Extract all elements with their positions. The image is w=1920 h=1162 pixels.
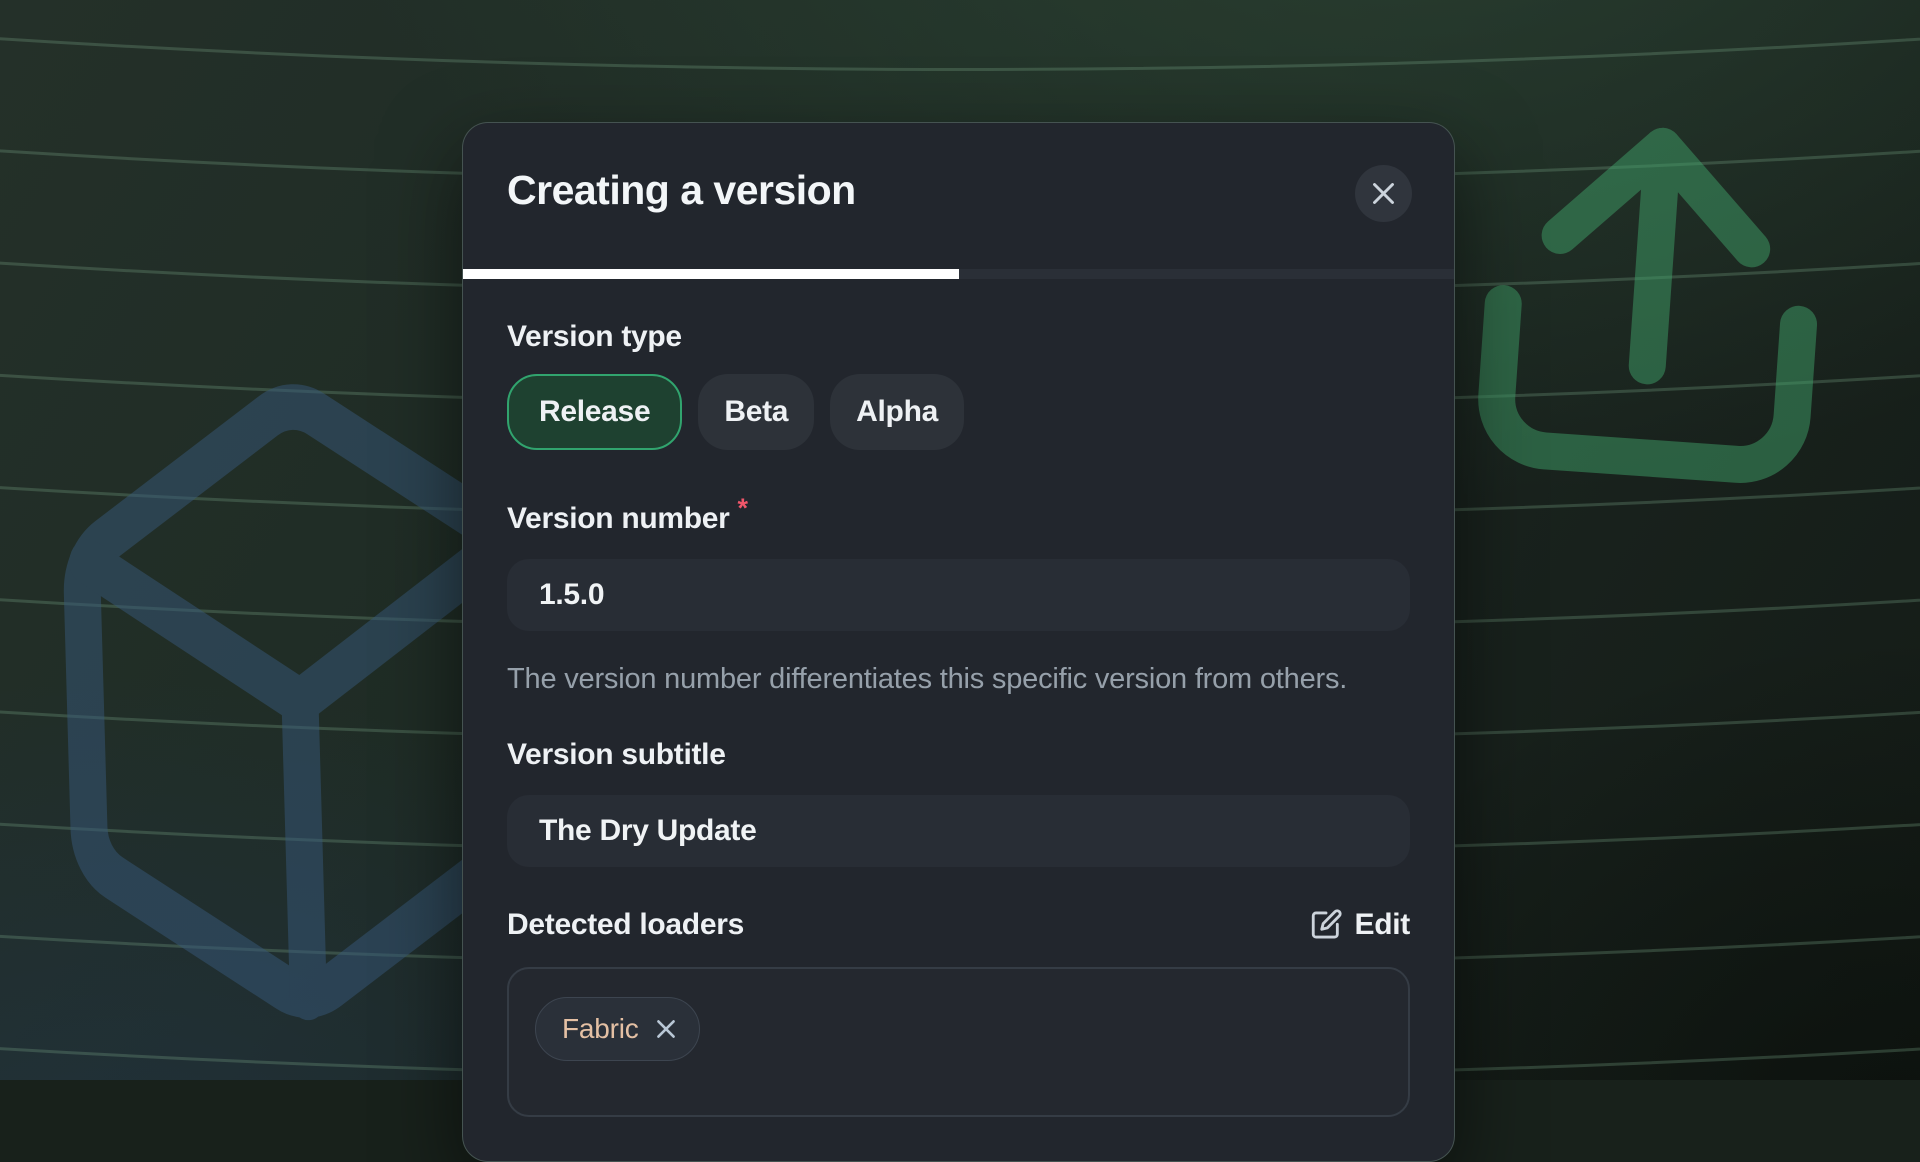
version-type-label: Version type: [507, 319, 1410, 355]
version-subtitle-label: Version subtitle: [507, 737, 1410, 773]
version-subtitle-input[interactable]: [507, 795, 1410, 867]
version-number-help: The version number differentiates this s…: [507, 657, 1387, 701]
detected-loaders-row: Detected loaders Edit: [507, 907, 1410, 943]
edit-loaders-button[interactable]: Edit: [1309, 908, 1410, 942]
upload-arrow-icon: [1412, 58, 1892, 538]
detected-loaders-box: Fabric: [507, 967, 1410, 1117]
close-icon: [1370, 180, 1397, 207]
edit-pencil-icon: [1309, 908, 1343, 942]
version-type-beta[interactable]: Beta: [698, 374, 814, 450]
modal-header: Creating a version: [463, 123, 1454, 269]
modal-body: Version type Release Beta Alpha Version …: [463, 319, 1454, 1117]
progress-fill: [463, 269, 959, 279]
version-type-alpha[interactable]: Alpha: [830, 374, 964, 450]
remove-x-icon: [653, 1016, 679, 1042]
version-number-input[interactable]: [507, 559, 1410, 631]
edit-label: Edit: [1355, 908, 1410, 942]
loader-chip-fabric: Fabric: [535, 997, 700, 1061]
remove-loader-button[interactable]: [653, 1016, 679, 1042]
required-asterisk: *: [738, 493, 748, 523]
version-number-label: Version number*: [507, 490, 1410, 537]
modal-title: Creating a version: [507, 167, 856, 214]
loader-chip-label: Fabric: [562, 1013, 639, 1045]
version-type-options: Release Beta Alpha: [507, 374, 1410, 450]
progress-track: [463, 269, 1454, 279]
create-version-modal: Creating a version Version type Release …: [462, 122, 1455, 1162]
version-type-release[interactable]: Release: [507, 374, 682, 450]
close-button[interactable]: [1355, 165, 1412, 222]
detected-loaders-label: Detected loaders: [507, 907, 744, 943]
